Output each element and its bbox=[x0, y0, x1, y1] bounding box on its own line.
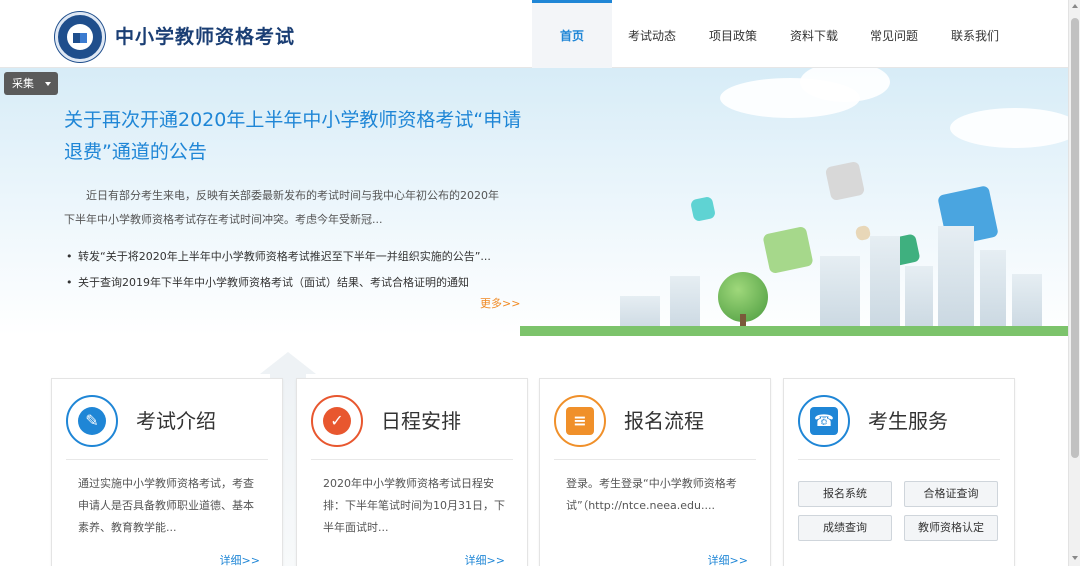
detail-link[interactable]: 详细>> bbox=[708, 552, 748, 566]
teacher-certification-button[interactable]: 教师资格认定 bbox=[904, 515, 998, 541]
site-title[interactable]: 中小学教师资格考试 bbox=[115, 22, 295, 49]
card-title[interactable]: 考生服务 bbox=[868, 405, 948, 434]
score-query-button[interactable]: 成绩查询 bbox=[798, 515, 892, 541]
scroll-down-icon[interactable] bbox=[1072, 556, 1078, 560]
header: 中小学教师资格考试 首页 考试动态 项目政策 资料下载 常见问题 联系我们 bbox=[0, 0, 1068, 68]
nav-item-policy[interactable]: 项目政策 bbox=[692, 0, 774, 68]
floating-cube-icon bbox=[824, 160, 866, 202]
city-skyline-illustration bbox=[520, 218, 1068, 336]
card-registration: ≡ 报名流程 登录。考生登录“中小学教师资格考试”（http://ntce.ne… bbox=[539, 378, 771, 566]
nav-item-downloads[interactable]: 资料下载 bbox=[774, 0, 854, 68]
card-text: 登录。考生登录“中小学教师资格考试”（http://ntce.neea.edu.… bbox=[566, 477, 737, 512]
card-title[interactable]: 考试介绍 bbox=[136, 405, 216, 434]
card-title[interactable]: 报名流程 bbox=[624, 405, 704, 434]
nav-item-faq[interactable]: 常见问题 bbox=[854, 0, 934, 68]
card-title[interactable]: 日程安排 bbox=[381, 405, 461, 434]
detail-link[interactable]: 详细>> bbox=[465, 552, 505, 566]
nav-item-contact[interactable]: 联系我们 bbox=[934, 0, 1016, 68]
registration-system-button[interactable]: 报名系统 bbox=[798, 481, 892, 507]
check-icon[interactable]: ✓ bbox=[311, 395, 363, 447]
banner-news-list: 转发“关于将2020年上半年中小学教师资格考试推迟至下半年一并组织实施的公告”.… bbox=[64, 244, 534, 296]
banner-headline[interactable]: 关于再次开通2020年上半年中小学教师资格考试“申请退费”通道的公告 bbox=[64, 104, 524, 168]
nav-item-home[interactable]: 首页 bbox=[532, 0, 612, 68]
card-text: 通过实施中小学教师资格考试，考查申请人是否具备教师职业道德、基本素养、教育教学能… bbox=[78, 477, 254, 534]
detail-link[interactable]: 详细>> bbox=[220, 552, 260, 566]
collect-button-label: 采集 bbox=[12, 77, 34, 90]
more-link[interactable]: 更多>> bbox=[480, 295, 520, 311]
chevron-down-icon bbox=[45, 82, 51, 86]
collect-dropdown-button[interactable]: 采集 bbox=[4, 72, 58, 95]
card-candidate-service: ☎ 考生服务 报名系统 合格证查询 成绩查询 教师资格认定 bbox=[783, 378, 1015, 566]
banner: 关于再次开通2020年上半年中小学教师资格考试“申请退费”通道的公告 近日有部分… bbox=[0, 68, 1068, 336]
scroll-thumb[interactable] bbox=[1071, 18, 1079, 458]
card-exam-intro: ✎ 考试介绍 通过实施中小学教师资格考试，考查申请人是否具备教师职业道德、基本素… bbox=[51, 378, 283, 566]
edit-document-icon[interactable]: ✎ bbox=[66, 395, 118, 447]
contacts-icon[interactable]: ☎ bbox=[798, 395, 850, 447]
certificate-query-button[interactable]: 合格证查询 bbox=[904, 481, 998, 507]
cloud-decoration bbox=[950, 108, 1068, 148]
nav-item-exam-news[interactable]: 考试动态 bbox=[612, 0, 692, 68]
form-icon[interactable]: ≡ bbox=[554, 395, 606, 447]
vertical-scrollbar[interactable] bbox=[1068, 0, 1080, 566]
page: 中小学教师资格考试 首页 考试动态 项目政策 资料下载 常见问题 联系我们 关于… bbox=[0, 0, 1080, 566]
main-nav: 首页 考试动态 项目政策 资料下载 常见问题 联系我们 bbox=[532, 0, 1016, 68]
service-buttons: 报名系统 合格证查询 成绩查询 教师资格认定 bbox=[798, 481, 1002, 543]
banner-summary: 近日有部分考生来电，反映有关部委最新发布的考试时间与我中心年初公布的2020年下… bbox=[64, 189, 499, 226]
list-item[interactable]: 关于查询2019年下半年中小学教师资格考试（面试）结果、考试合格证明的通知 bbox=[64, 270, 534, 296]
card-schedule: ✓ 日程安排 2020年中小学教师资格考试日程安排：下半年笔试时间为10月31日… bbox=[296, 378, 528, 566]
scroll-up-icon[interactable] bbox=[1072, 4, 1078, 8]
card-text: 2020年中小学教师资格考试日程安排：下半年笔试时间为10月31日，下半年面试时… bbox=[323, 477, 505, 534]
list-item[interactable]: 转发“关于将2020年上半年中小学教师资格考试推迟至下半年一并组织实施的公告”.… bbox=[64, 244, 534, 270]
site-logo-icon[interactable] bbox=[55, 12, 105, 62]
